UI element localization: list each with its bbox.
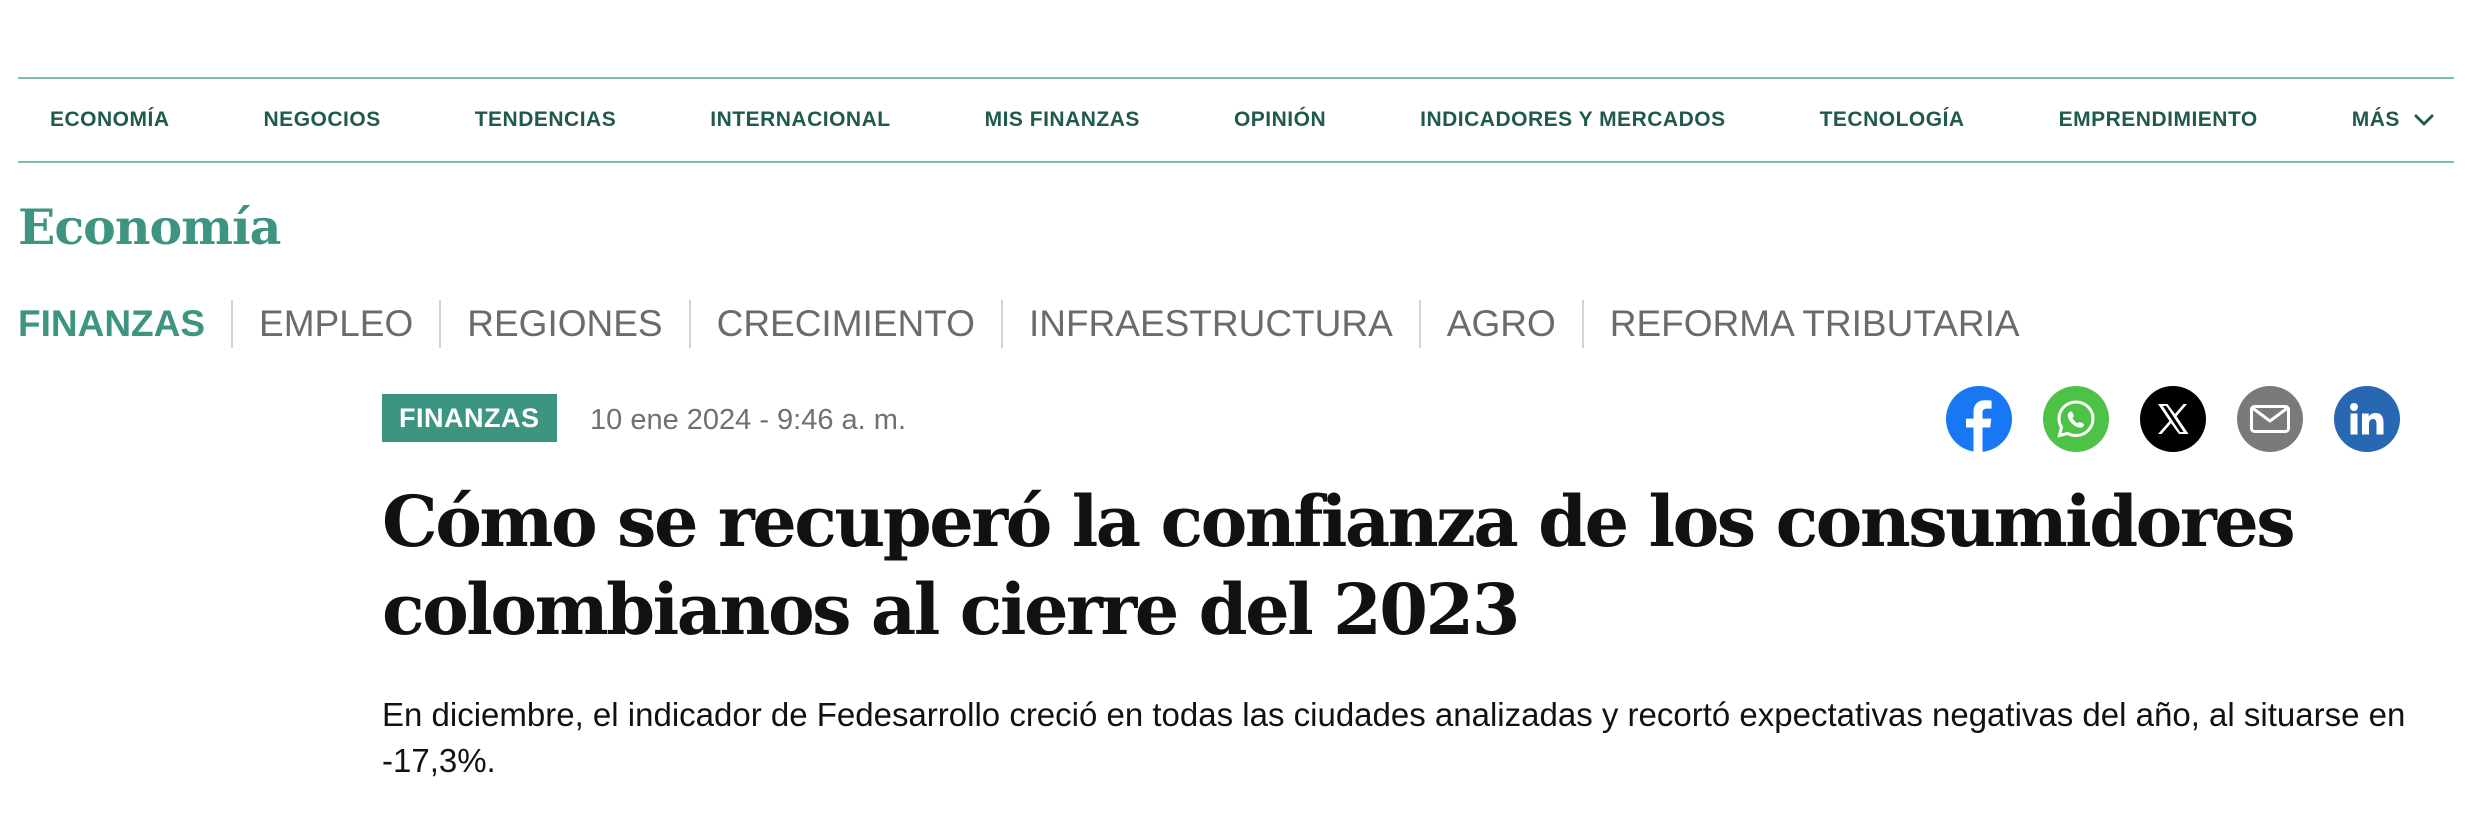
whatsapp-icon [2057,400,2095,438]
subnav-item-finanzas[interactable]: FINANZAS [18,296,231,352]
subnav-item-reforma-tributaria[interactable]: REFORMA TRIBUTARIA [1584,296,2046,352]
share-facebook-button[interactable] [1946,386,2012,452]
subnav-item-crecimiento[interactable]: CRECIMIENTO [691,296,1001,352]
chevron-down-icon [2414,114,2434,126]
nav-item-indicadores-y-mercados[interactable]: INDICADORES Y MERCADOS [1420,108,1725,132]
subnav-item-agro[interactable]: AGRO [1421,296,1582,352]
nav-item-opinion[interactable]: OPINIÓN [1234,108,1326,132]
share-x-button[interactable] [2140,386,2206,452]
nav-item-mis-finanzas[interactable]: MIS FINANZAS [985,108,1140,132]
email-icon [2250,405,2290,433]
facebook-icon [1966,400,1992,452]
nav-item-tecnologia[interactable]: TECNOLOGÍA [1820,108,1965,132]
section-title[interactable]: Economía [18,198,281,256]
share-linkedin-button[interactable] [2334,386,2400,452]
nav-more-button[interactable]: MÁS [2352,108,2434,132]
subnav-item-empleo[interactable]: EMPLEO [233,296,439,352]
x-icon [2158,404,2189,434]
nav-item-negocios[interactable]: NEGOCIOS [264,108,381,132]
article-headline: Cómo se recuperó la confianza de los con… [382,480,2296,651]
subnav-item-regiones[interactable]: REGIONES [441,296,688,352]
nav-item-internacional[interactable]: INTERNACIONAL [710,108,890,132]
subnav-item-infraestructura[interactable]: INFRAESTRUCTURA [1003,296,1419,352]
nav-more-label: MÁS [2351,108,2400,131]
share-email-button[interactable] [2237,386,2303,452]
article-summary: En diciembre, el indicador de Fedesarrol… [382,696,2406,779]
section-subnav: FINANZAS EMPLEO REGIONES CRECIMIENTO INF… [18,296,2046,352]
category-badge[interactable]: FINANZAS [382,394,557,442]
linkedin-icon [2350,403,2384,435]
share-whatsapp-button[interactable] [2043,386,2109,452]
top-nav: ECONOMÍA NEGOCIOS TENDENCIAS INTERNACION… [18,77,2454,163]
share-bar [1946,386,2400,452]
nav-item-economia[interactable]: ECONOMÍA [50,108,170,132]
publish-date: 10 ene 2024 - 9:46 a. m. [590,404,906,436]
nav-item-tendencias[interactable]: TENDENCIAS [475,108,617,132]
nav-item-emprendimiento[interactable]: EMPRENDIMIENTO [2059,108,2258,132]
